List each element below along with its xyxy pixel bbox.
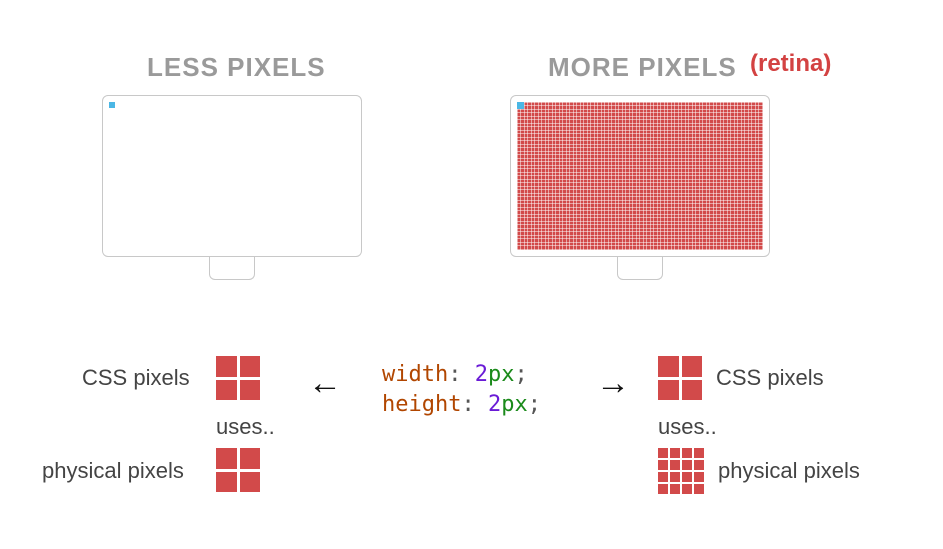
label-physical-pixels-right: physical pixels [718, 458, 860, 484]
monitor-stand-icon [209, 257, 255, 280]
arrow-left-icon: ← [308, 366, 342, 400]
monitor-standard [102, 95, 362, 280]
css-pixels-icon [658, 356, 702, 400]
code-unit-width: px [488, 362, 515, 387]
physical-pixels-1x-icon [216, 448, 260, 492]
code-value-width: 2 [475, 362, 488, 387]
monitor-retina [510, 95, 770, 280]
label-physical-pixels-left: physical pixels [42, 458, 184, 484]
monitor-bezel [510, 95, 770, 257]
code-prop-height: height [382, 392, 461, 417]
monitor-stand-icon [617, 257, 663, 280]
highlighted-pixel-icon [517, 102, 524, 109]
code-value-height: 2 [488, 392, 501, 417]
css-pixels-icon [216, 356, 260, 400]
label-css-pixels-right: CSS pixels [716, 365, 824, 391]
physical-pixels-2x-icon [658, 448, 704, 494]
code-unit-height: px [501, 392, 528, 417]
label-css-pixels-left: CSS pixels [82, 365, 190, 391]
code-prop-width: width [382, 362, 448, 387]
highlighted-pixel-icon [109, 102, 115, 108]
monitor-bezel [102, 95, 362, 257]
arrow-right-icon: → [596, 366, 630, 400]
label-uses-left: uses.. [216, 414, 275, 440]
screen-retina-icon [517, 102, 763, 250]
heading-more-pixels: MORE PIXELS [548, 52, 737, 83]
css-snippet: width: 2px; height: 2px; [382, 360, 541, 419]
label-uses-right: uses.. [658, 414, 717, 440]
heading-retina: (retina) [750, 50, 831, 78]
screen-standard-icon [109, 102, 355, 250]
heading-less-pixels: LESS PIXELS [147, 52, 326, 83]
